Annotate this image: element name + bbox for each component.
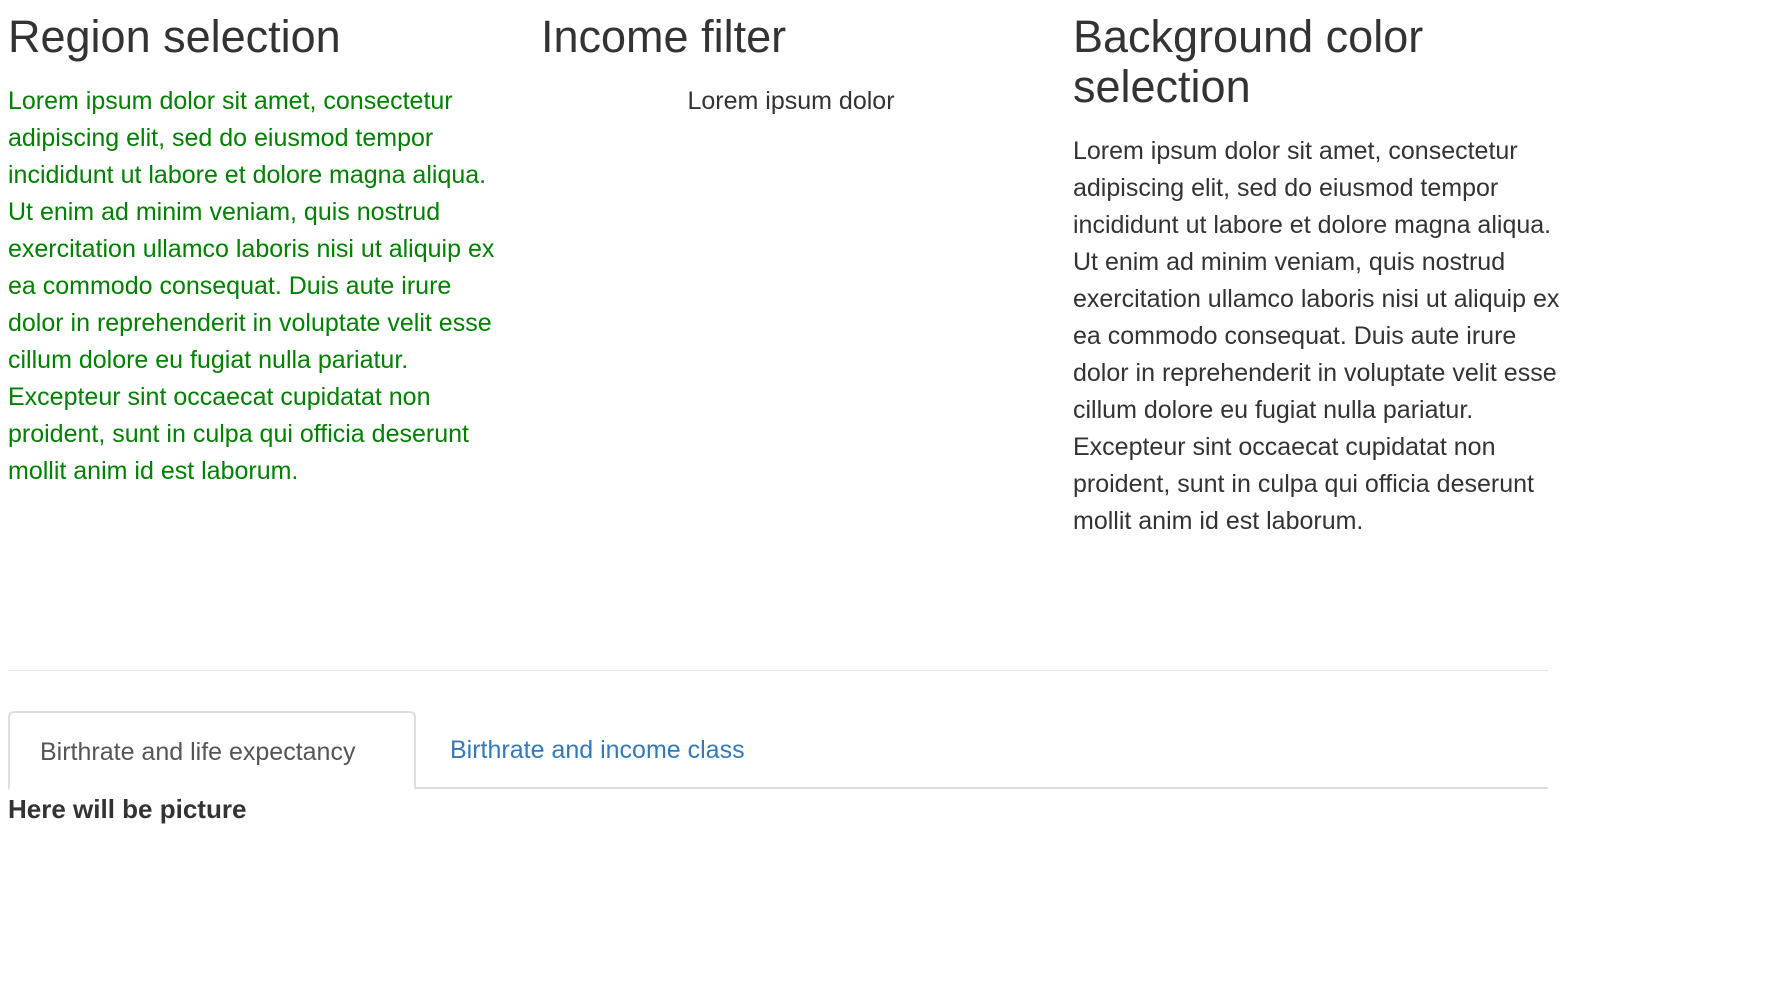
tab-birthrate-life-expectancy[interactable]: Birthrate and life expectancy [8,711,416,790]
picture-placeholder-text: Here will be picture [8,794,247,824]
section-divider [8,670,1548,671]
region-selection-title: Region selection [8,11,341,62]
controls-row: Region selection Lorem ipsum dolor sit a… [8,0,1778,660]
income-filter-title: Income filter [541,11,787,62]
region-selection-description: Lorem ipsum dolor sit amet, consectetur … [8,87,495,485]
background-color-title: Background color selection [1073,11,1424,112]
tab-content-panel: Here will be picture [8,792,1548,826]
income-filter-description: Lorem ipsum dolor [687,87,895,115]
background-color-description: Lorem ipsum dolor sit amet, consectetur … [1073,137,1560,535]
region-selection-panel: Region selection Lorem ipsum dolor sit a… [8,0,498,490]
income-filter-panel: Income filter Lorem ipsum dolor [541,0,1041,120]
chart-tabs: Birthrate and life expectancy Birthrate … [8,711,1548,790]
tab-birthrate-income-class[interactable]: Birthrate and income class [420,711,775,790]
background-color-panel: Background color selection Lorem ipsum d… [1073,0,1568,540]
